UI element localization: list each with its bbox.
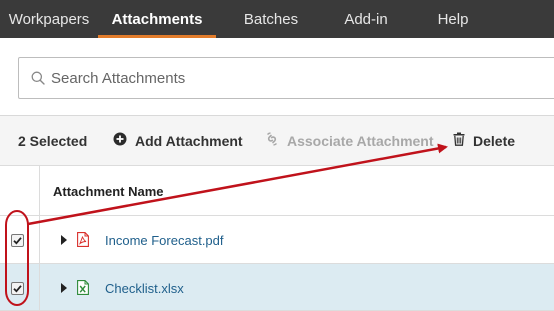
- expand-caret-icon[interactable]: [61, 235, 67, 245]
- row-checkbox-cell: [0, 216, 40, 263]
- app-root: Workpapers Attachments Batches Add-in He…: [0, 0, 554, 311]
- search-box[interactable]: [18, 57, 554, 99]
- checkmark-icon: [13, 237, 22, 245]
- tab-help[interactable]: Help: [406, 0, 500, 38]
- search-input[interactable]: [51, 69, 451, 87]
- associate-attachment-label: Associate Attachment: [287, 132, 434, 149]
- tab-attachments[interactable]: Attachments: [98, 0, 216, 38]
- top-nav: Workpapers Attachments Batches Add-in He…: [0, 0, 554, 38]
- checkmark-icon: [13, 285, 22, 293]
- add-attachment-label: Add Attachment: [135, 132, 243, 149]
- plus-circle-icon: [113, 132, 127, 149]
- delete-label: Delete: [473, 132, 516, 149]
- row-checkbox[interactable]: [11, 282, 24, 295]
- search-icon: [31, 71, 45, 85]
- tab-workpapers[interactable]: Workpapers: [0, 0, 98, 38]
- table-header: Attachment Name: [0, 166, 554, 216]
- excel-file-icon: [77, 280, 89, 295]
- pdf-file-icon: [77, 232, 89, 247]
- selected-count: 2 Selected: [18, 132, 88, 149]
- toolbar: 2 Selected Add Attachment Associate Atta…: [0, 116, 554, 166]
- link-icon: [265, 132, 279, 149]
- column-header-attachment-name[interactable]: Attachment Name: [53, 184, 164, 199]
- trash-icon: [453, 132, 465, 149]
- search-area: [0, 38, 554, 116]
- tab-batches[interactable]: Batches: [216, 0, 326, 38]
- attachment-name-link[interactable]: Checklist.xlsx: [105, 281, 184, 296]
- add-attachment-button[interactable]: Add Attachment: [113, 132, 265, 149]
- row-checkbox-cell: [0, 264, 40, 310]
- header-checkbox-column: [0, 166, 40, 216]
- associate-attachment-button[interactable]: Associate Attachment: [265, 132, 453, 149]
- table-row[interactable]: Checklist.xlsx: [0, 264, 554, 311]
- expand-caret-icon[interactable]: [61, 283, 67, 293]
- tab-add-in[interactable]: Add-in: [326, 0, 406, 38]
- delete-button[interactable]: Delete: [453, 132, 515, 149]
- row-checkbox[interactable]: [11, 234, 24, 247]
- table-row[interactable]: Income Forecast.pdf: [0, 216, 554, 264]
- attachment-name-link[interactable]: Income Forecast.pdf: [105, 233, 224, 248]
